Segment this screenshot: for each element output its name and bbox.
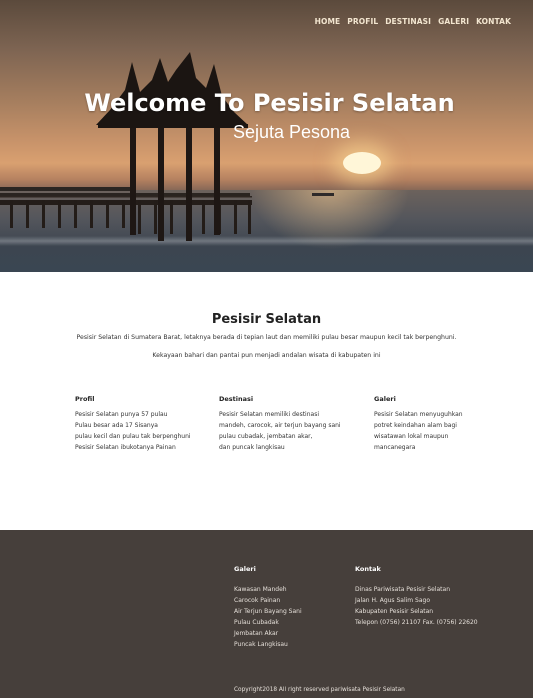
footer-kontak-line: Telepon (0756) 21107 Fax. (0756) 22620	[355, 619, 478, 626]
footer-kontak-column: Kontak Dinas Pariwisata Pesisir Selatan …	[355, 565, 478, 628]
footer-galeri-link[interactable]: Puncak Langkisau	[234, 639, 302, 650]
galeri-line: wisatawan lokal maupun	[374, 433, 449, 440]
footer-kontak-heading: Kontak	[355, 565, 381, 573]
profil-line: pulau kecil dan pulau tak berpenghuni	[75, 433, 191, 440]
nav-profil-link[interactable]: PROFIL	[347, 17, 378, 26]
nav-home-link[interactable]: HOME	[315, 17, 341, 26]
profil-line: Pesisir Selatan ibukotanya Painan	[75, 444, 176, 451]
footer-galeri-link[interactable]: Air Terjun Bayang Sani	[234, 606, 302, 617]
destinasi-line: dan puncak langkisau	[219, 444, 285, 451]
destinasi-line: Pesisir Selatan memiliki destinasi	[219, 411, 319, 418]
hero-subtitle: Sejuta Pesona	[232, 122, 351, 142]
galeri-line: potret keindahan alam bagi	[374, 422, 457, 429]
destinasi-line: pulau cubadak, jembatan akar,	[219, 433, 313, 440]
hero-title: Welcome To Pesisir Selatan	[84, 89, 455, 117]
hero-banner: HOME PROFIL DESTINASI GALERI KONTAK Welc…	[0, 0, 533, 272]
profil-column: Profil Pesisir Selatan punya 57 pulau Pu…	[75, 395, 225, 453]
galeri-column: Galeri Pesisir Selatan menyuguhkan potre…	[374, 395, 524, 453]
footer-kontak-line: Jalan H. Agus Salim Sago	[355, 597, 431, 604]
footer-galeri-link[interactable]: Jembatan Akar	[234, 628, 302, 639]
galeri-line: mancanegara	[374, 444, 416, 451]
destinasi-line: mandeh, carocok, air terjun bayang sani	[219, 422, 341, 429]
profil-line: Pulau besar ada 17 Sisanya	[75, 422, 158, 429]
footer-galeri-link[interactable]: Kawasan Mandeh	[234, 584, 302, 595]
profil-line: Pesisir Selatan punya 57 pulau	[75, 411, 168, 418]
section-title: Pesisir Selatan	[211, 312, 322, 327]
footer-galeri-heading: Galeri	[234, 565, 256, 573]
footer-galeri-link[interactable]: Pulau Cubadak	[234, 617, 302, 628]
footer-galeri-column: Galeri Kawasan Mandeh Carocok Painan Air…	[234, 565, 302, 650]
destinasi-column: Destinasi Pesisir Selatan memiliki desti…	[219, 395, 369, 453]
footer-galeri-link[interactable]: Carocok Painan	[234, 595, 302, 606]
galeri-line: Pesisir Selatan menyuguhkan	[374, 411, 463, 418]
copyright-text: Copyright2018 All right reserved pariwis…	[234, 687, 405, 693]
footer-kontak-line: Dinas Pariwisata Pesisir Selatan	[355, 586, 451, 593]
destinasi-heading: Destinasi	[219, 395, 254, 403]
main-nav: HOME PROFIL DESTINASI GALERI KONTAK	[315, 17, 511, 26]
nav-galeri-link[interactable]: GALERI	[438, 17, 469, 26]
intro-text-secondary: Kekayaan bahari dan pantai pun menjadi a…	[152, 352, 381, 359]
site-footer: Galeri Kawasan Mandeh Carocok Painan Air…	[0, 530, 533, 698]
galeri-heading: Galeri	[374, 395, 396, 403]
nav-destinasi-link[interactable]: DESTINASI	[385, 17, 431, 26]
profil-heading: Profil	[75, 395, 95, 403]
footer-kontak-line: Kabupaten Pesisir Selatan	[355, 608, 434, 615]
nav-kontak-link[interactable]: KONTAK	[476, 17, 511, 26]
intro-text: Pesisir Selatan di Sumatera Barat, letak…	[76, 334, 457, 341]
